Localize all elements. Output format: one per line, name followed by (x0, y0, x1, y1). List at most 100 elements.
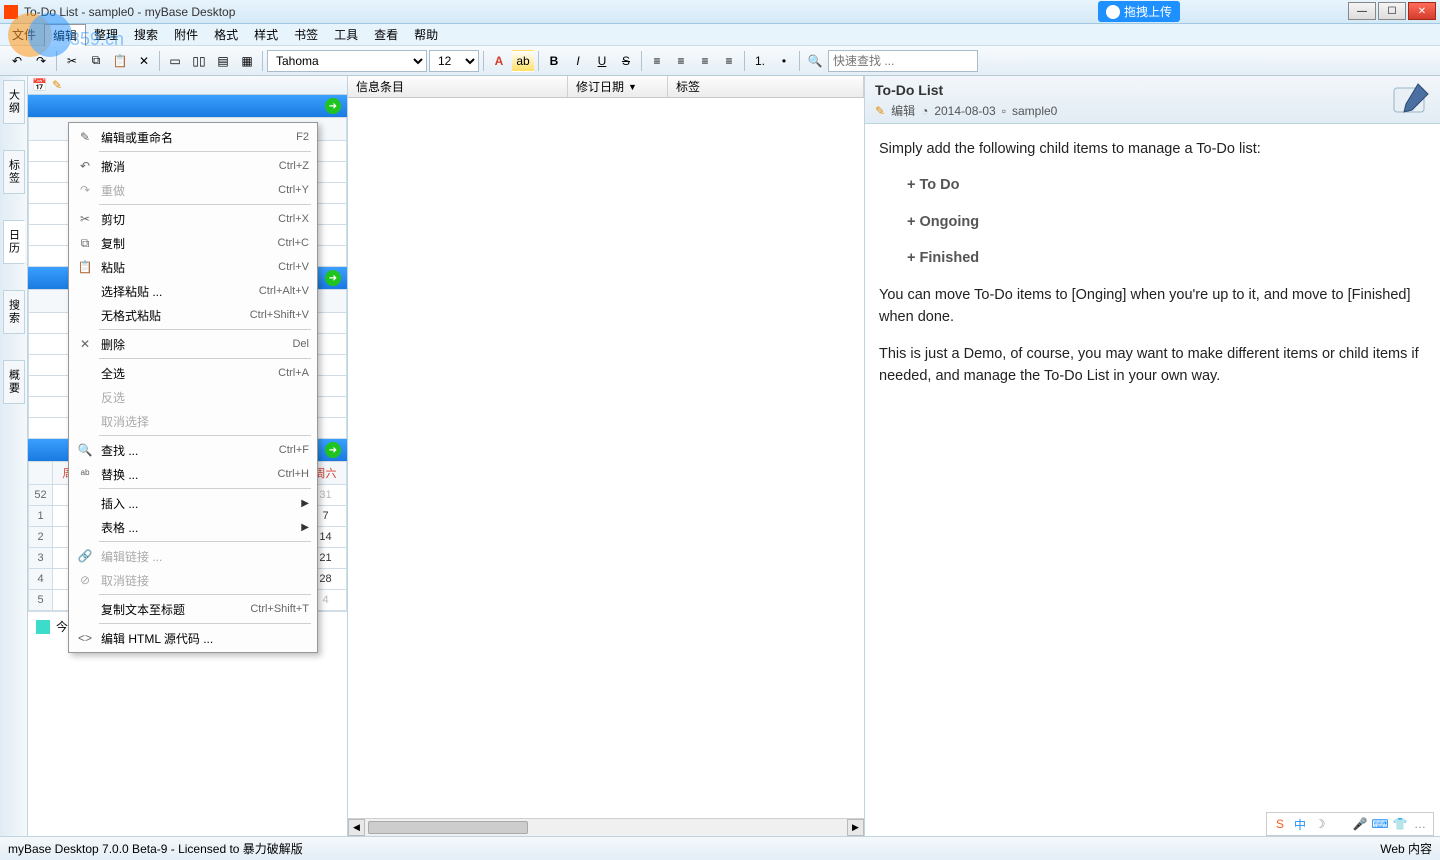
scroll-left-icon[interactable]: ◀ (348, 819, 365, 836)
align-center-icon[interactable]: ≡ (670, 50, 692, 72)
menu-item-查找 ...[interactable]: 🔍查找 ...Ctrl+F (71, 438, 315, 462)
menu-item-复制文本至标题[interactable]: 复制文本至标题Ctrl+Shift+T (71, 597, 315, 621)
paste-icon[interactable]: 📋 (109, 50, 131, 72)
menu-item-编辑或重命名[interactable]: ✎编辑或重命名F2 (71, 125, 315, 149)
menu-item-icon: ↶ (73, 159, 97, 173)
menu-item-剪切[interactable]: ✂剪切Ctrl+X (71, 207, 315, 231)
side-tab-标签[interactable]: 标签 (3, 150, 25, 194)
doc-body[interactable]: Simply add the following child items to … (865, 124, 1440, 416)
window-controls: — ☐ ✕ (1348, 2, 1436, 20)
side-tab-搜索[interactable]: 搜索 (3, 290, 25, 334)
copy-icon[interactable]: ⧉ (85, 50, 107, 72)
scroll-right-icon[interactable]: ▶ (847, 819, 864, 836)
horizontal-scrollbar[interactable]: ◀ ▶ (348, 818, 864, 836)
menu-item-选择粘贴 ...[interactable]: 选择粘贴 ...Ctrl+Alt+V (71, 279, 315, 303)
menu-编辑[interactable]: 编辑 (44, 24, 86, 46)
menu-item-shortcut: Ctrl+Shift+V (250, 309, 309, 321)
redo-icon[interactable]: ↷ (30, 50, 52, 72)
month-header-1[interactable]: ➜ (28, 95, 347, 117)
calendar-icon[interactable]: 📅 (32, 78, 46, 92)
edit-icon[interactable]: ✎ (52, 78, 66, 92)
layout-4-icon[interactable]: ▦ (236, 50, 258, 72)
layout-3-icon[interactable]: ▤ (212, 50, 234, 72)
menu-帮助[interactable]: 帮助 (406, 24, 446, 45)
strike-icon[interactable]: S (615, 50, 637, 72)
menu-搜索[interactable]: 搜索 (126, 24, 166, 45)
undo-icon[interactable]: ↶ (6, 50, 28, 72)
edit-label[interactable]: 编辑 (891, 102, 915, 119)
menu-文件[interactable]: 文件 (4, 24, 44, 45)
menu-item-替换 ...[interactable]: ᵃᵇ替换 ...Ctrl+H (71, 462, 315, 486)
next-month-icon[interactable]: ➜ (325, 442, 341, 458)
pencil-icon[interactable]: ✎ (875, 104, 885, 118)
menu-item-删除[interactable]: ✕删除Del (71, 332, 315, 356)
menu-item-label: 剪切 (97, 211, 278, 228)
menu-格式[interactable]: 格式 (206, 24, 246, 45)
layout-1-icon[interactable]: ▭ (164, 50, 186, 72)
close-button[interactable]: ✕ (1408, 2, 1436, 20)
menu-书签[interactable]: 书签 (286, 24, 326, 45)
menu-item-编辑 HTML 源代码 ...[interactable]: <>编辑 HTML 源代码 ... (71, 626, 315, 650)
font-size-select[interactable]: 12 (429, 50, 479, 72)
list-unordered-icon[interactable]: • (773, 50, 795, 72)
side-tab-日历[interactable]: 日历 (3, 220, 25, 264)
highlight-icon[interactable]: ab (512, 50, 534, 72)
next-month-icon[interactable]: ➜ (325, 98, 341, 114)
side-tab-概要[interactable]: 概要 (3, 360, 25, 404)
ime-toolbar[interactable]: S中☽ 🎤⌨👕… (1266, 812, 1434, 836)
scroll-thumb[interactable] (368, 821, 528, 834)
ime-button[interactable] (1331, 815, 1349, 833)
ime-button[interactable]: 👕 (1391, 815, 1409, 833)
upload-button[interactable]: 拖拽上传 (1098, 1, 1180, 22)
minimize-button[interactable]: — (1348, 2, 1376, 20)
cut-icon[interactable]: ✂ (61, 50, 83, 72)
col-date[interactable]: 修订日期▼ (568, 76, 668, 97)
align-right-icon[interactable]: ≡ (694, 50, 716, 72)
menu-item-撤消[interactable]: ↶撤消Ctrl+Z (71, 154, 315, 178)
italic-icon[interactable]: I (567, 50, 589, 72)
menu-item-无格式粘贴[interactable]: 无格式粘贴Ctrl+Shift+V (71, 303, 315, 327)
maximize-button[interactable]: ☐ (1378, 2, 1406, 20)
next-month-icon[interactable]: ➜ (325, 270, 341, 286)
col-tags[interactable]: 标签 (668, 76, 864, 97)
doc-paragraph: This is just a Demo, of course, you may … (879, 343, 1426, 388)
menu-item-全选[interactable]: 全选Ctrl+A (71, 361, 315, 385)
font-select[interactable]: Tahoma (267, 50, 427, 72)
menu-item-icon: 🔗 (73, 549, 97, 563)
menu-item-label: 删除 (97, 336, 292, 353)
ime-button[interactable]: ⌨ (1371, 815, 1389, 833)
ime-button[interactable]: … (1411, 815, 1429, 833)
layout-2-icon[interactable]: ▯▯ (188, 50, 210, 72)
bold-icon[interactable]: B (543, 50, 565, 72)
underline-icon[interactable]: U (591, 50, 613, 72)
side-tab-大纲[interactable]: 大纲 (3, 80, 25, 124)
menu-查看[interactable]: 查看 (366, 24, 406, 45)
font-color-icon[interactable]: A (488, 50, 510, 72)
menu-item-表格 ...[interactable]: 表格 ...▶ (71, 515, 315, 539)
menu-item-粘贴[interactable]: 📋粘贴Ctrl+V (71, 255, 315, 279)
menu-附件[interactable]: 附件 (166, 24, 206, 45)
ime-button[interactable]: S (1271, 815, 1289, 833)
search-icon[interactable]: 🔍 (804, 50, 826, 72)
menu-item-插入 ...[interactable]: 插入 ...▶ (71, 491, 315, 515)
list-ordered-icon[interactable]: 1. (749, 50, 771, 72)
menu-样式[interactable]: 样式 (246, 24, 286, 45)
menu-整理[interactable]: 整理 (86, 24, 126, 45)
col-item[interactable]: 信息条目 (348, 76, 568, 97)
menu-item-label: 编辑 HTML 源代码 ... (97, 630, 309, 647)
ime-button[interactable]: ☽ (1311, 815, 1329, 833)
align-left-icon[interactable]: ≡ (646, 50, 668, 72)
ime-button[interactable]: 🎤 (1351, 815, 1369, 833)
align-justify-icon[interactable]: ≡ (718, 50, 740, 72)
menu-item-shortcut: Ctrl+C (278, 237, 309, 249)
ime-button[interactable]: 中 (1291, 815, 1309, 833)
delete-icon[interactable]: ✕ (133, 50, 155, 72)
menu-item-icon: ↷ (73, 183, 97, 197)
menu-item-icon: ⧉ (73, 236, 97, 251)
menu-item-shortcut: Ctrl+X (278, 213, 309, 225)
menu-item-复制[interactable]: ⧉复制Ctrl+C (71, 231, 315, 255)
menu-item-label: 选择粘贴 ... (97, 283, 259, 300)
menu-工具[interactable]: 工具 (326, 24, 366, 45)
list-body[interactable] (348, 98, 864, 818)
quick-search-input[interactable] (828, 50, 978, 72)
